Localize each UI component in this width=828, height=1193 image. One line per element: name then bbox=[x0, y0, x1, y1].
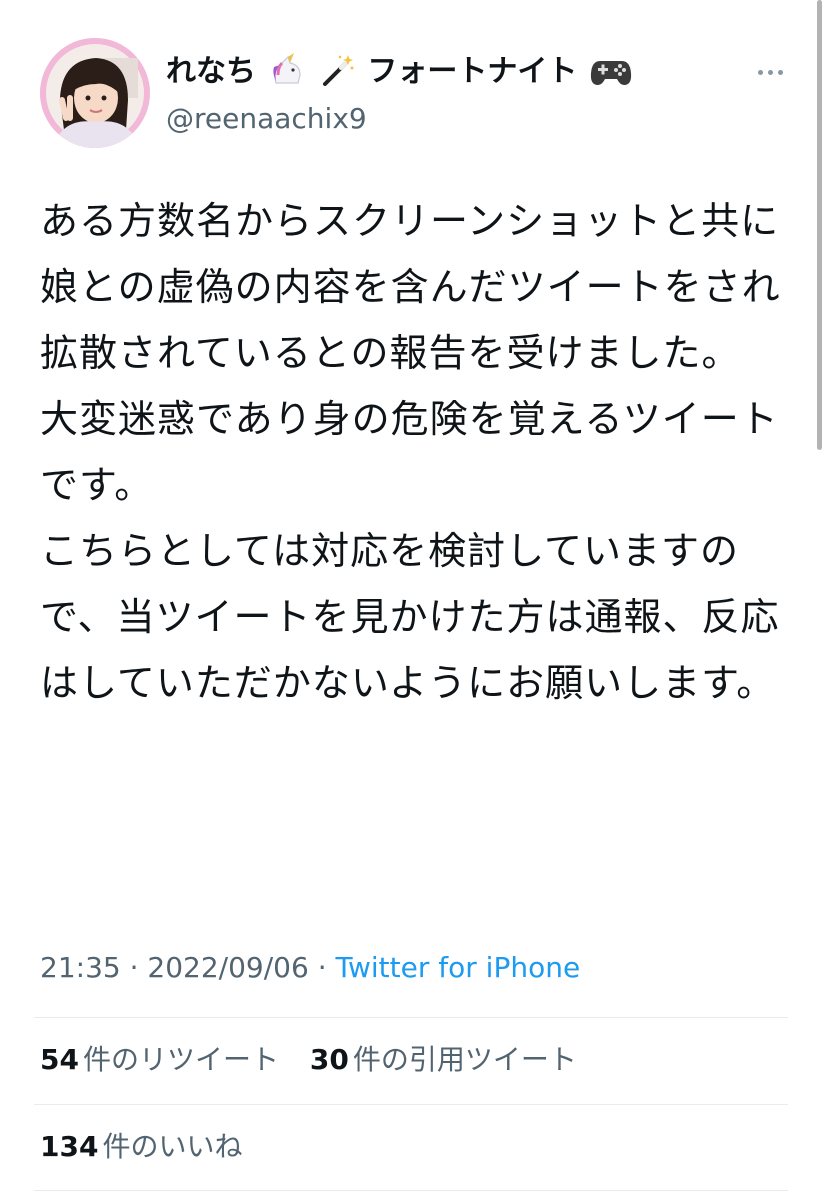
user-name-block: れなち フォートナイト @reenaachix9 bbox=[166, 52, 634, 138]
tweet-date[interactable]: 2022/09/06 bbox=[147, 951, 308, 984]
engagement-stats-row: 54 件のリツイート 30 件の引用ツイート bbox=[40, 1040, 599, 1080]
tweet-source-link[interactable]: Twitter for iPhone bbox=[336, 951, 581, 984]
user-handle[interactable]: @reenaachix9 bbox=[166, 100, 634, 138]
more-options-button[interactable] bbox=[748, 58, 792, 86]
tweet-time[interactable]: 21:35 bbox=[40, 951, 121, 984]
avatar[interactable] bbox=[40, 38, 150, 148]
game-controller-icon bbox=[590, 55, 632, 98]
more-dot-icon bbox=[767, 69, 773, 75]
likes-stat[interactable]: 134 件のいいね bbox=[40, 1127, 242, 1167]
avatar-image bbox=[40, 38, 150, 148]
meta-separator: · bbox=[317, 951, 327, 984]
retweets-stat[interactable]: 54 件のリツイート bbox=[40, 1040, 279, 1080]
tweet-header: れなち フォートナイト @reenaachix9 bbox=[40, 38, 800, 148]
likes-count: 134 bbox=[40, 1130, 99, 1163]
tweet-text: ある方数名からスクリーンショットと共に 娘との虚偽の内容を含んだツイートをされ拡… bbox=[40, 199, 781, 705]
tweet-metadata: 21:35 · 2022/09/06 · Twitter for iPhone bbox=[40, 948, 580, 988]
divider bbox=[34, 1190, 788, 1191]
quotes-count: 30 bbox=[309, 1043, 349, 1076]
divider bbox=[34, 1104, 788, 1105]
quotes-label: 件の引用ツイート bbox=[352, 1043, 577, 1076]
magic-wand-icon bbox=[321, 53, 355, 98]
unicorn-icon bbox=[268, 53, 306, 98]
display-name[interactable]: れなち フォートナイト bbox=[166, 52, 634, 98]
tweet-detail-page: れなち フォートナイト @reenaachix9 ある方数名からスクリーンショッ… bbox=[0, 0, 828, 1193]
likes-stats-row: 134 件のいいね bbox=[40, 1127, 264, 1167]
retweets-count: 54 bbox=[40, 1043, 79, 1076]
likes-label: 件のいいね bbox=[102, 1130, 243, 1163]
retweets-label: 件のリツイート bbox=[82, 1043, 279, 1076]
quotes-stat[interactable]: 30 件の引用ツイート bbox=[310, 1040, 577, 1080]
divider bbox=[34, 1017, 788, 1018]
scrollbar[interactable] bbox=[817, 0, 822, 450]
more-dot-icon bbox=[777, 69, 783, 75]
meta-separator: · bbox=[129, 951, 139, 984]
display-name-suffix: フォートナイト bbox=[367, 54, 578, 89]
more-dot-icon bbox=[757, 69, 763, 75]
display-name-text: れなち bbox=[166, 54, 256, 89]
